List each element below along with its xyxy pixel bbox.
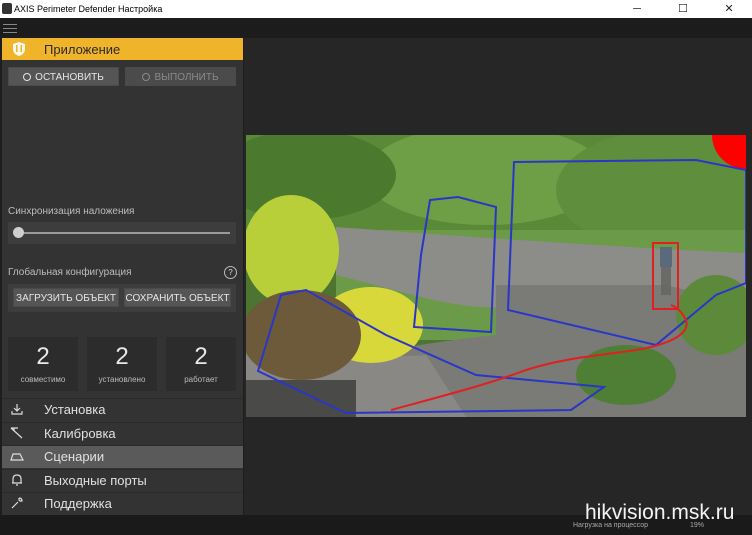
power-icon (23, 73, 32, 81)
slider-track (18, 232, 230, 234)
bell-icon (12, 474, 22, 486)
stat-compatible: 2 совместимо (8, 337, 78, 391)
title-bar: AXIS Perimeter Defender Настройка ─ ☐ ✕ (0, 0, 752, 18)
help-icon[interactable]: ? (224, 266, 237, 279)
nav-item-label: Калибровка (44, 426, 116, 441)
power-icon (142, 73, 151, 81)
nav-item-scenarios[interactable]: Сценарии (2, 445, 243, 468)
run-button[interactable]: ВЫПОЛНИТЬ (125, 67, 236, 86)
nav-item-calibration[interactable]: Калибровка (2, 422, 243, 445)
run-button-label: ВЫПОЛНИТЬ (154, 72, 219, 83)
nav-item-label: Установка (44, 402, 106, 417)
nav-item-support[interactable]: Поддержка (2, 492, 243, 515)
nav-item-setup[interactable]: Установка (2, 398, 243, 421)
scenario-icon (10, 453, 24, 461)
nav-item-label: Поддержка (44, 496, 112, 511)
sync-slider[interactable] (8, 222, 236, 244)
download-icon (11, 404, 23, 415)
calibration-icon (10, 427, 23, 439)
nav-item-label: Выходные порты (44, 473, 147, 488)
minimize-button[interactable]: ─ (614, 0, 660, 18)
sync-label: Синхронизация наложения (8, 206, 135, 217)
main-area (244, 38, 752, 515)
stat-value: 2 (115, 343, 129, 370)
watermark-text: hikvision.msk.ru (585, 501, 735, 524)
slider-thumb[interactable] (13, 227, 24, 238)
global-config-label: Глобальная конфигурация (8, 267, 132, 278)
toolbar-strip (0, 18, 752, 38)
maximize-button[interactable]: ☐ (660, 0, 706, 18)
nav-item-label: Сценарии (44, 449, 105, 464)
stat-label: работает (184, 375, 218, 384)
stat-running: 2 работает (166, 337, 236, 391)
config-buttons: ЗАГРУЗИТЬ ОБЪЕКТ СОХРАНИТЬ ОБЪЕКТ (8, 284, 236, 312)
shield-icon (13, 42, 25, 56)
stat-installed: 2 установлено (87, 337, 157, 391)
application-header-label: Приложение (44, 42, 121, 57)
save-object-button[interactable]: СОХРАНИТЬ ОБЪЕКТ (124, 288, 231, 307)
application-header[interactable]: Приложение (2, 38, 243, 60)
stop-button[interactable]: ОСТАНОВИТЬ (8, 67, 119, 86)
menu-icon[interactable] (3, 21, 17, 35)
stat-value: 2 (194, 343, 208, 370)
nav-item-output-ports[interactable]: Выходные порты (2, 469, 243, 492)
stat-label: установлено (98, 375, 146, 384)
wrench-icon (11, 497, 23, 509)
camera-view[interactable] (246, 135, 746, 417)
load-object-button[interactable]: ЗАГРУЗИТЬ ОБЪЕКТ (13, 288, 119, 307)
stat-label: совместимо (20, 375, 66, 384)
stop-button-label: ОСТАНОВИТЬ (35, 72, 104, 83)
close-button[interactable]: ✕ (706, 0, 752, 18)
window-title: AXIS Perimeter Defender Настройка (14, 4, 163, 14)
app-icon (2, 3, 12, 14)
stat-value: 2 (36, 343, 50, 370)
left-panel: Приложение ОСТАНОВИТЬ ВЫПОЛНИТЬ Синхрони… (2, 38, 243, 515)
